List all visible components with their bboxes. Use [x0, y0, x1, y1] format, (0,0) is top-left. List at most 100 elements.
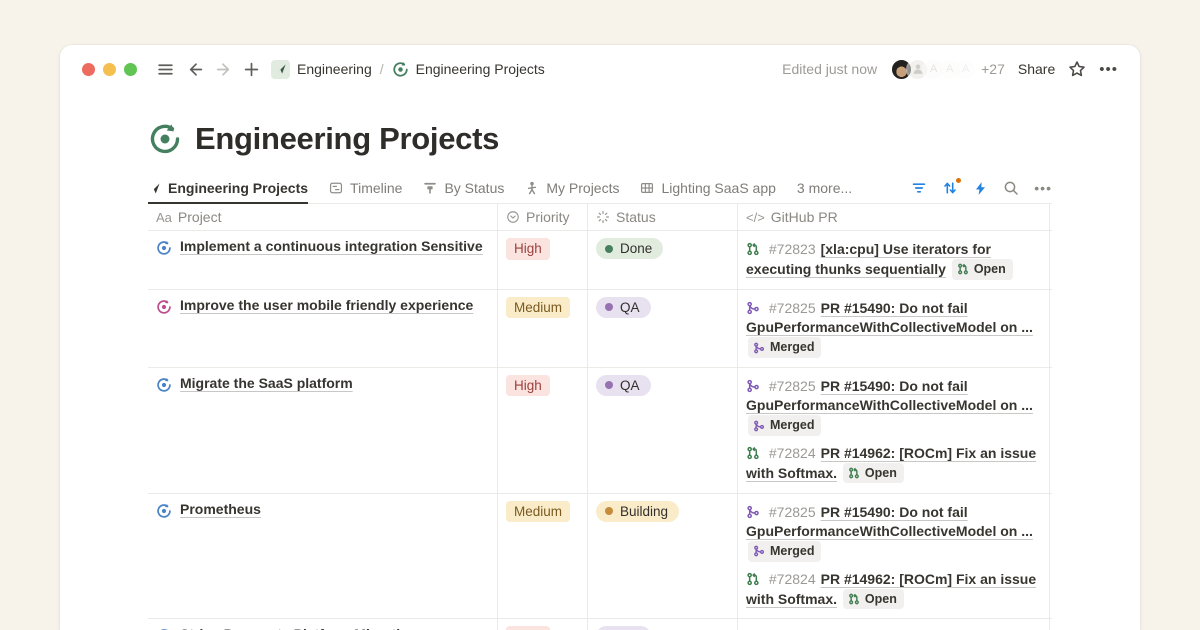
project-cell[interactable]: Implement a continuous integration Sensi… [148, 231, 498, 289]
more-options-icon[interactable]: ••• [1099, 61, 1118, 78]
project-title[interactable]: Prometheus [180, 501, 261, 517]
view-tabs-bar: Engineering Projects Timeline By Status … [148, 173, 1052, 204]
github-pr-cell[interactable]: #72825PR #15490: Do not fail GpuPerforma… [738, 494, 1050, 619]
favorite-star-icon[interactable] [1068, 60, 1086, 78]
pr-status-badge: Open [843, 589, 904, 609]
pr-badge-label: Open [865, 465, 897, 482]
project-cell[interactable]: Prometheus [148, 494, 498, 619]
minimize-window-button[interactable] [103, 63, 116, 76]
github-pr-cell[interactable]: #72823[xla:cpu] Use iterators for execut… [738, 231, 1050, 289]
tab-my-projects[interactable]: My Projects [525, 173, 619, 203]
pr-number: #72824 [769, 571, 816, 587]
project-title[interactable]: Migrate the SaaS platform [180, 375, 353, 391]
project-cell[interactable]: Stripe Payments Platform Migration [148, 619, 498, 630]
status-pill: QA [596, 375, 651, 396]
avatar-overflow-count[interactable]: +27 [981, 61, 1005, 77]
breadcrumb-page[interactable]: Engineering Projects [416, 61, 545, 77]
pr-merged-icon [746, 379, 760, 393]
share-button[interactable]: Share [1018, 61, 1055, 77]
column-label: GitHub PR [771, 209, 838, 225]
pr-badge-label: Merged [770, 543, 814, 560]
sidebar-toggle-icon[interactable] [153, 57, 177, 81]
priority-cell[interactable]: High [498, 619, 588, 630]
avatar-stack[interactable]: A A A +27 [890, 58, 1005, 81]
table-row: Improve the user mobile friendly experie… [148, 290, 1052, 368]
pr-entry[interactable]: #72825PR #15490: Do not fail GpuPerforma… [746, 299, 1039, 358]
forward-icon[interactable] [211, 57, 235, 81]
pr-entry[interactable]: #72823[xla:cpu] Use iterators for execut… [746, 240, 1039, 280]
search-icon[interactable] [1003, 180, 1019, 196]
status-cell[interactable]: QA [588, 290, 738, 367]
priority-cell[interactable]: Medium [498, 290, 588, 367]
column-label: Priority [526, 209, 570, 225]
tab-label: By Status [444, 180, 504, 196]
priority-pill: High [506, 375, 550, 397]
sort-active-badge [955, 177, 962, 184]
dart-icon [148, 182, 161, 195]
pr-badge-label: Merged [770, 417, 814, 434]
status-cell[interactable]: QA [588, 619, 738, 630]
project-page-icon [156, 299, 172, 315]
column-header-priority[interactable]: Priority [498, 204, 588, 230]
pr-open-icon [957, 263, 969, 275]
view-options-icon[interactable]: ••• [1034, 180, 1052, 196]
page-title[interactable]: Engineering Projects [195, 121, 499, 157]
table-row: Stripe Payments Platform Migration High … [148, 619, 1052, 630]
status-dot [605, 507, 613, 515]
status-dot [605, 245, 613, 253]
status-label: QA [620, 300, 640, 315]
pr-merged-icon [746, 505, 760, 519]
tab-lighting-saas-app[interactable]: Lighting SaaS app [640, 173, 775, 203]
sort-icon[interactable] [942, 180, 958, 196]
priority-cell[interactable]: High [498, 231, 588, 289]
tab-by-status[interactable]: By Status [423, 173, 504, 203]
status-cell[interactable]: Done [588, 231, 738, 289]
zoom-window-button[interactable] [124, 63, 137, 76]
status-dot [605, 381, 613, 389]
project-title[interactable]: Improve the user mobile friendly experie… [180, 297, 473, 313]
page-icon[interactable] [148, 122, 182, 156]
code-property-icon: </> [746, 210, 765, 225]
workspace-dart-icon[interactable] [271, 60, 290, 79]
status-cell[interactable]: Building [588, 494, 738, 619]
more-views-button[interactable]: 3 more... [797, 180, 852, 196]
column-header-github-pr[interactable]: </> GitHub PR [738, 204, 1050, 230]
tab-label: Lighting SaaS app [661, 180, 775, 196]
priority-pill: High [506, 626, 550, 630]
column-label: Status [616, 209, 656, 225]
pr-number: #72823 [769, 241, 816, 257]
table-icon [640, 181, 654, 195]
filter-icon[interactable] [911, 180, 927, 196]
pr-status-badge: Merged [748, 337, 821, 357]
priority-cell[interactable]: High [498, 368, 588, 493]
project-cell[interactable]: Migrate the SaaS platform [148, 368, 498, 493]
pr-entry[interactable]: #72825PR #15490: Do not fail GpuPerforma… [746, 503, 1039, 562]
github-pr-cell[interactable]: #72825PR #15490: Do not fail GpuPerforma… [738, 368, 1050, 493]
pr-number: #72825 [769, 504, 816, 520]
status-cell[interactable]: QA [588, 368, 738, 493]
pr-status-badge: Open [952, 259, 1013, 279]
github-pr-cell[interactable]: #72825PR #15490: Do not fail GpuPerforma… [738, 619, 1050, 630]
priority-cell[interactable]: Medium [498, 494, 588, 619]
tab-timeline[interactable]: Timeline [329, 173, 402, 203]
pr-entry[interactable]: #72825PR #15490: Do not fail GpuPerforma… [746, 377, 1039, 436]
pr-entry[interactable]: #72824PR #14962: [ROCm] Fix an issue wit… [746, 570, 1039, 610]
pr-entry[interactable]: #72824PR #14962: [ROCm] Fix an issue wit… [746, 444, 1039, 484]
select-property-icon [506, 210, 520, 224]
table-body: Implement a continuous integration Sensi… [148, 231, 1052, 630]
project-title[interactable]: Stripe Payments Platform Migration [180, 626, 417, 630]
tab-engineering-projects[interactable]: Engineering Projects [148, 173, 308, 203]
project-title[interactable]: Implement a continuous integration Sensi… [180, 238, 483, 254]
status-property-icon [596, 210, 610, 224]
automation-lightning-icon[interactable] [973, 181, 988, 196]
github-pr-cell[interactable]: #72825PR #15490: Do not fail GpuPerforma… [738, 290, 1050, 367]
breadcrumb-workspace[interactable]: Engineering [297, 61, 372, 77]
column-header-project[interactable]: Aa Project [148, 204, 498, 230]
back-icon[interactable] [183, 57, 207, 81]
project-cell[interactable]: Improve the user mobile friendly experie… [148, 290, 498, 367]
column-header-status[interactable]: Status [588, 204, 738, 230]
close-window-button[interactable] [82, 63, 95, 76]
status-dot [605, 303, 613, 311]
new-page-icon[interactable] [239, 57, 263, 81]
status-pill: QA [596, 626, 651, 630]
